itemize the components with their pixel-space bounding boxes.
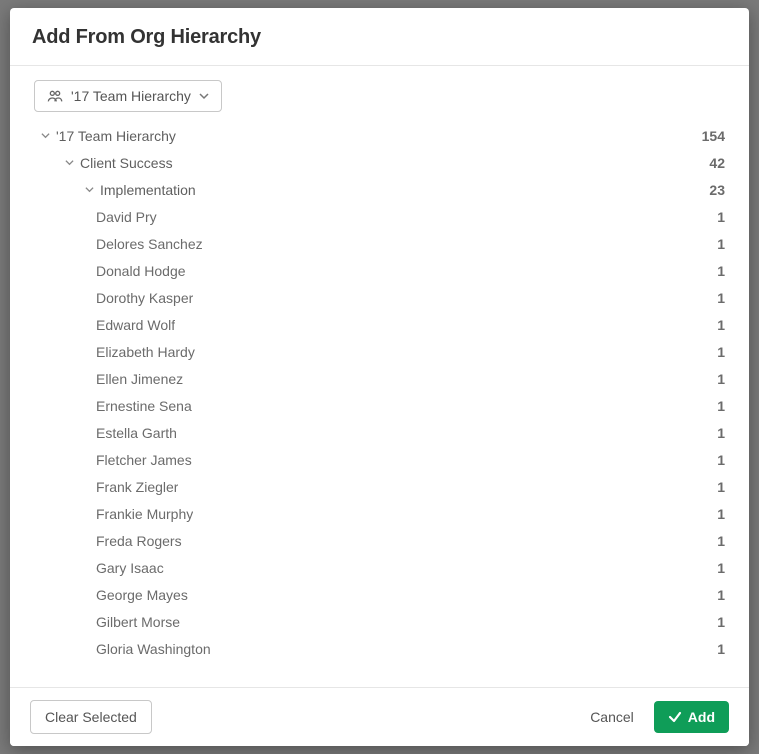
tree-leaf-label: Gary Isaac <box>96 560 164 576</box>
tree-leaf-person[interactable]: David Pry 1 <box>32 203 727 230</box>
tree-leaf-label: Edward Wolf <box>96 317 175 333</box>
tree-leaf-count: 1 <box>717 587 727 603</box>
tree-leaf-count: 1 <box>717 236 727 252</box>
tree-leaf-label: Donald Hodge <box>96 263 186 279</box>
footer-right: Cancel Add <box>580 701 729 733</box>
tree-leaf-person[interactable]: George Mayes 1 <box>32 581 727 608</box>
tree-leaf-label: Gilbert Morse <box>96 614 180 630</box>
tree-leaf-count: 1 <box>717 209 727 225</box>
add-from-org-modal: Add From Org Hierarchy '17 Team Hierarch… <box>10 8 749 746</box>
tree-leaf-person[interactable]: Fletcher James 1 <box>32 446 727 473</box>
tree-leaf-label: Estella Garth <box>96 425 177 441</box>
chevron-down-icon <box>64 158 74 167</box>
tree-node-count: 42 <box>709 155 727 171</box>
clear-selected-label: Clear Selected <box>45 709 137 725</box>
modal-footer: Clear Selected Cancel Add <box>10 687 749 746</box>
tree-leaf-label: Freda Rogers <box>96 533 182 549</box>
tree-node-label: Client Success <box>80 155 173 171</box>
tree-leaf-person[interactable]: Elizabeth Hardy 1 <box>32 338 727 365</box>
modal-title: Add From Org Hierarchy <box>32 26 727 49</box>
cancel-button[interactable]: Cancel <box>580 701 644 733</box>
tree-leaf-count: 1 <box>717 317 727 333</box>
tree-node-client-success[interactable]: Client Success 42 <box>32 149 727 176</box>
cancel-label: Cancel <box>590 709 634 725</box>
hierarchy-dropdown[interactable]: '17 Team Hierarchy <box>34 80 222 112</box>
tree-leaf-label: Ernestine Sena <box>96 398 192 414</box>
tree-leaf-count: 1 <box>717 344 727 360</box>
tree-leaf-count: 1 <box>717 290 727 306</box>
tree-leaf-person[interactable]: Edward Wolf 1 <box>32 311 727 338</box>
tree-leaf-person[interactable]: Ellen Jimenez 1 <box>32 365 727 392</box>
modal-header: Add From Org Hierarchy <box>10 8 749 66</box>
tree-leaf-count: 1 <box>717 263 727 279</box>
tree-leaf-person[interactable]: Ernestine Sena 1 <box>32 392 727 419</box>
tree-leaf-label: David Pry <box>96 209 157 225</box>
tree-leaf-person[interactable]: Gary Isaac 1 <box>32 554 727 581</box>
tree-leaf-label: Gloria Washington <box>96 641 211 657</box>
tree-leaf-person[interactable]: Dorothy Kasper 1 <box>32 284 727 311</box>
tree-leaf-count: 1 <box>717 425 727 441</box>
tree-node-root[interactable]: '17 Team Hierarchy 154 <box>32 122 727 149</box>
tree-leaf-count: 1 <box>717 506 727 522</box>
check-icon <box>668 710 682 724</box>
toolbar: '17 Team Hierarchy <box>10 66 749 118</box>
hierarchy-dropdown-label: '17 Team Hierarchy <box>71 88 191 104</box>
add-button[interactable]: Add <box>654 701 729 733</box>
chevron-down-icon <box>40 131 50 140</box>
tree-leaf-label: Dorothy Kasper <box>96 290 193 306</box>
tree-leaf-label: George Mayes <box>96 587 188 603</box>
tree-leaf-label: Fletcher James <box>96 452 192 468</box>
tree-leaf-count: 1 <box>717 479 727 495</box>
add-label: Add <box>688 709 715 725</box>
tree-leaf-person[interactable]: Estella Garth 1 <box>32 419 727 446</box>
tree-leaf-count: 1 <box>717 371 727 387</box>
tree-leaf-person[interactable]: Delores Sanchez 1 <box>32 230 727 257</box>
modal-overlay: Add From Org Hierarchy '17 Team Hierarch… <box>0 0 759 754</box>
tree-node-count: 154 <box>702 128 727 144</box>
tree-node-label: '17 Team Hierarchy <box>56 128 176 144</box>
tree-leaf-count: 1 <box>717 452 727 468</box>
tree-leaf-person[interactable]: Donald Hodge 1 <box>32 257 727 284</box>
chevron-down-icon <box>84 185 94 194</box>
org-tree: '17 Team Hierarchy 154 Client Success 42 <box>10 118 749 687</box>
clear-selected-button[interactable]: Clear Selected <box>30 700 152 734</box>
tree-leaf-label: Frank Ziegler <box>96 479 178 495</box>
tree-leaf-count: 1 <box>717 614 727 630</box>
tree-leaf-count: 1 <box>717 398 727 414</box>
tree-leaf-person[interactable]: Freda Rogers 1 <box>32 527 727 554</box>
tree-node-label: Implementation <box>100 182 196 198</box>
tree-node-implementation[interactable]: Implementation 23 <box>32 176 727 203</box>
tree-leaf-count: 1 <box>717 533 727 549</box>
chevron-down-icon <box>199 91 209 101</box>
tree-leaf-label: Frankie Murphy <box>96 506 193 522</box>
tree-leaf-label: Delores Sanchez <box>96 236 203 252</box>
tree-leaf-person[interactable]: Gilbert Morse 1 <box>32 608 727 635</box>
tree-leaf-label: Ellen Jimenez <box>96 371 183 387</box>
tree-leaf-person[interactable]: Gloria Washington 1 <box>32 635 727 662</box>
people-group-icon <box>47 89 63 103</box>
tree-leaf-label: Elizabeth Hardy <box>96 344 195 360</box>
tree-leaf-count: 1 <box>717 641 727 657</box>
tree-node-count: 23 <box>709 182 727 198</box>
tree-leaf-count: 1 <box>717 560 727 576</box>
tree-leaf-person[interactable]: Frankie Murphy 1 <box>32 500 727 527</box>
tree-leaf-person[interactable]: Frank Ziegler 1 <box>32 473 727 500</box>
